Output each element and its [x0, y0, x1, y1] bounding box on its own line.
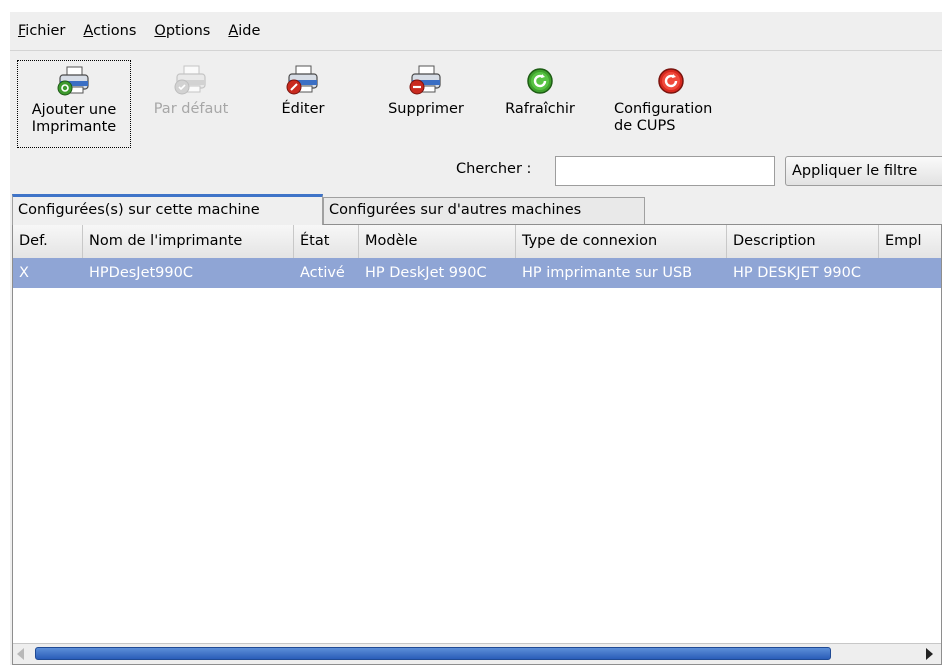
column-header-description[interactable]: Description: [727, 225, 879, 258]
delete-printer-button[interactable]: Supprimer: [376, 60, 476, 148]
cell-description: HP DESKJET 990C: [733, 265, 862, 281]
cell-printer-name: HPDesJet990C: [89, 265, 193, 281]
apply-filter-button[interactable]: Appliquer le filtre: [785, 156, 942, 186]
table-header: Def. Nom de l'imprimante État Modèle Typ…: [13, 225, 941, 259]
menu-bar: Fichier Actions Options Aide: [10, 12, 942, 51]
printer-config-window: Fichier Actions Options Aide Ajouter une…: [10, 12, 942, 665]
tab-remote-printers[interactable]: Configurées sur d'autres machines: [323, 197, 645, 225]
cell-state: Activé: [300, 265, 345, 281]
cups-config-button[interactable]: Configuration de CUPS: [608, 60, 734, 148]
column-header-def[interactable]: Def.: [13, 225, 83, 258]
toolbar: Ajouter une Imprimante Par défaut Éditer…: [10, 51, 942, 152]
cell-model: HP DeskJet 990C: [365, 265, 487, 281]
menu-aide[interactable]: Aide: [219, 21, 269, 41]
column-header-location[interactable]: Empl: [879, 225, 941, 258]
add-printer-button[interactable]: Ajouter une Imprimante: [17, 60, 131, 148]
column-header-state[interactable]: État: [294, 225, 359, 258]
set-default-button[interactable]: Par défaut: [145, 60, 237, 148]
menu-actions[interactable]: Actions: [74, 21, 145, 41]
edit-printer-button[interactable]: Éditer: [272, 60, 334, 148]
tab-local-printers[interactable]: Configurées(s) sur cette machine: [12, 194, 323, 225]
column-header-connection[interactable]: Type de connexion: [516, 225, 727, 258]
refresh-button[interactable]: Rafraîchir: [494, 60, 586, 148]
menu-fichier[interactable]: Fichier: [10, 21, 74, 41]
printer-edit-icon: [284, 63, 322, 99]
table-row[interactable]: X HPDesJet990C Activé HP DeskJet 990C HP…: [13, 258, 941, 288]
printer-delete-icon: [407, 63, 445, 99]
printer-table: Def. Nom de l'imprimante État Modèle Typ…: [12, 224, 942, 665]
cell-default: X: [19, 265, 29, 281]
search-input[interactable]: [555, 156, 775, 186]
refresh-icon: [521, 63, 559, 99]
cell-connection: HP imprimante sur USB: [522, 265, 693, 281]
printer-default-icon: [172, 63, 210, 99]
scroll-right-arrow-icon[interactable]: [926, 648, 933, 660]
horizontal-scrollbar[interactable]: [13, 643, 941, 664]
search-row: Chercher : Appliquer le filtre: [10, 152, 942, 189]
cups-config-icon: [652, 63, 690, 99]
scroll-left-arrow-icon[interactable]: [17, 648, 24, 660]
column-header-model[interactable]: Modèle: [359, 225, 516, 258]
menu-options[interactable]: Options: [145, 21, 219, 41]
tab-bar: Configurées(s) sur cette machine Configu…: [12, 194, 942, 225]
printer-add-icon: [55, 64, 93, 100]
cell-location: [879, 258, 941, 288]
scrollbar-thumb[interactable]: [35, 647, 831, 660]
column-header-name[interactable]: Nom de l'imprimante: [83, 225, 294, 258]
search-label: Chercher :: [456, 161, 532, 177]
